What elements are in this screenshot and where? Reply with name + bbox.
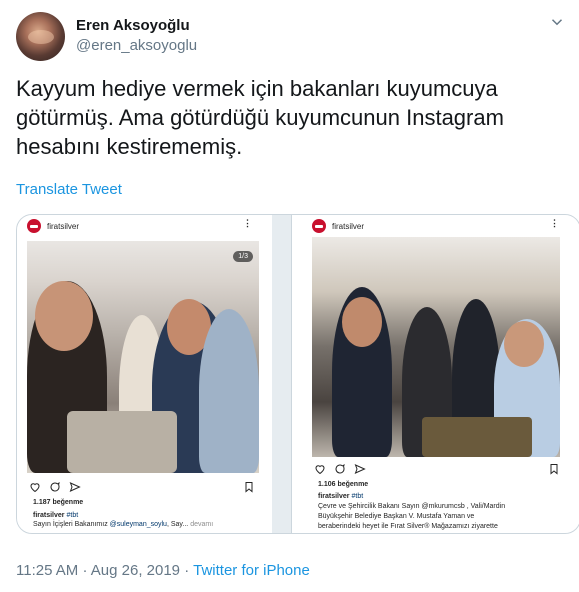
bookmark-icon[interactable] — [548, 463, 560, 475]
tweet-source[interactable]: Twitter for iPhone — [193, 562, 310, 579]
translate-tweet-link[interactable]: Translate Tweet — [16, 181, 122, 198]
ig-action-bar — [314, 463, 366, 475]
likes-count: 1.106 beğenme — [318, 481, 369, 488]
jewelry-counter — [67, 411, 177, 473]
firatsilver-logo — [312, 219, 326, 233]
photo: 1/3 — [27, 241, 259, 473]
tweet-time[interactable]: 11:25 AM — [16, 562, 78, 579]
more-icon: ⋮ — [550, 218, 559, 228]
ig-account-name: firatsilver — [47, 221, 80, 231]
person-face — [504, 321, 544, 367]
comment-icon[interactable] — [334, 463, 346, 475]
comment-icon[interactable] — [49, 481, 61, 493]
heart-icon[interactable] — [314, 463, 326, 475]
tweet-date[interactable]: Aug 26, 2019 — [91, 562, 180, 579]
caption: firatsilver #tbt — [318, 492, 363, 502]
person-figure — [199, 309, 259, 473]
share-icon[interactable] — [69, 481, 81, 493]
caption-text: Sayın İçişleri Bakanımız — [33, 521, 108, 528]
person-face — [35, 281, 93, 351]
caption-mention: @suleyman_soylu — [109, 521, 167, 528]
media-item-left[interactable]: firatsilver ⋮ 1/3 1.187 beğenme firatsil… — [17, 215, 272, 533]
caption-more-link: devamı — [190, 521, 214, 528]
media-item-right[interactable]: firatsilver ⋮ 1.106 beğenme firatsilver … — [291, 215, 579, 533]
likes-count: 1.187 beğenme — [33, 499, 84, 506]
caption-suffix: , Say... — [166, 521, 189, 528]
jewelry-tray — [422, 417, 532, 457]
person-face — [342, 297, 382, 347]
share-icon[interactable] — [354, 463, 366, 475]
image-counter: 1/3 — [233, 251, 253, 262]
caption-line: Sayın İçişleri Bakanımız @suleyman_soylu… — [33, 520, 213, 530]
firatsilver-logo — [27, 219, 41, 233]
heart-icon[interactable] — [29, 481, 41, 493]
caption-account: firatsilver — [318, 493, 350, 500]
display-name[interactable]: Eren Aksoyoğlu — [76, 17, 190, 34]
media-grid[interactable]: firatsilver ⋮ 1/3 1.187 beğenme firatsil… — [16, 214, 579, 534]
ig-header: firatsilver — [27, 219, 79, 233]
caption-line: Büyükşehir Belediye Başkan V. Mustafa Ya… — [318, 513, 475, 520]
photo — [312, 237, 560, 457]
caption-account: firatsilver — [33, 512, 65, 519]
caption-line: Çevre ve Şehircilik Bakanı Sayın @mkurum… — [318, 503, 506, 510]
ig-account-name: firatsilver — [332, 221, 365, 231]
bookmark-icon[interactable] — [243, 481, 255, 493]
more-icon: ⋮ — [243, 218, 252, 228]
tweet-text: Kayyum hediye vermek için bakanları kuyu… — [16, 76, 504, 159]
meta-separator: · — [184, 562, 190, 579]
username[interactable]: @eren_aksoyoglu — [76, 37, 197, 54]
ig-header: firatsilver — [312, 219, 364, 233]
more-icon[interactable] — [547, 12, 567, 32]
caption-line: beraberindeki heyet ile Fırat Silver® Ma… — [318, 523, 498, 530]
caption-tag: #tbt — [66, 512, 79, 519]
ig-action-bar — [29, 481, 81, 493]
caption-tag: #tbt — [351, 493, 364, 500]
tweet-meta: 11:25 AM · Aug 26, 2019 · Twitter for iP… — [16, 562, 310, 579]
meta-separator: · — [82, 562, 88, 579]
avatar[interactable] — [16, 12, 65, 61]
